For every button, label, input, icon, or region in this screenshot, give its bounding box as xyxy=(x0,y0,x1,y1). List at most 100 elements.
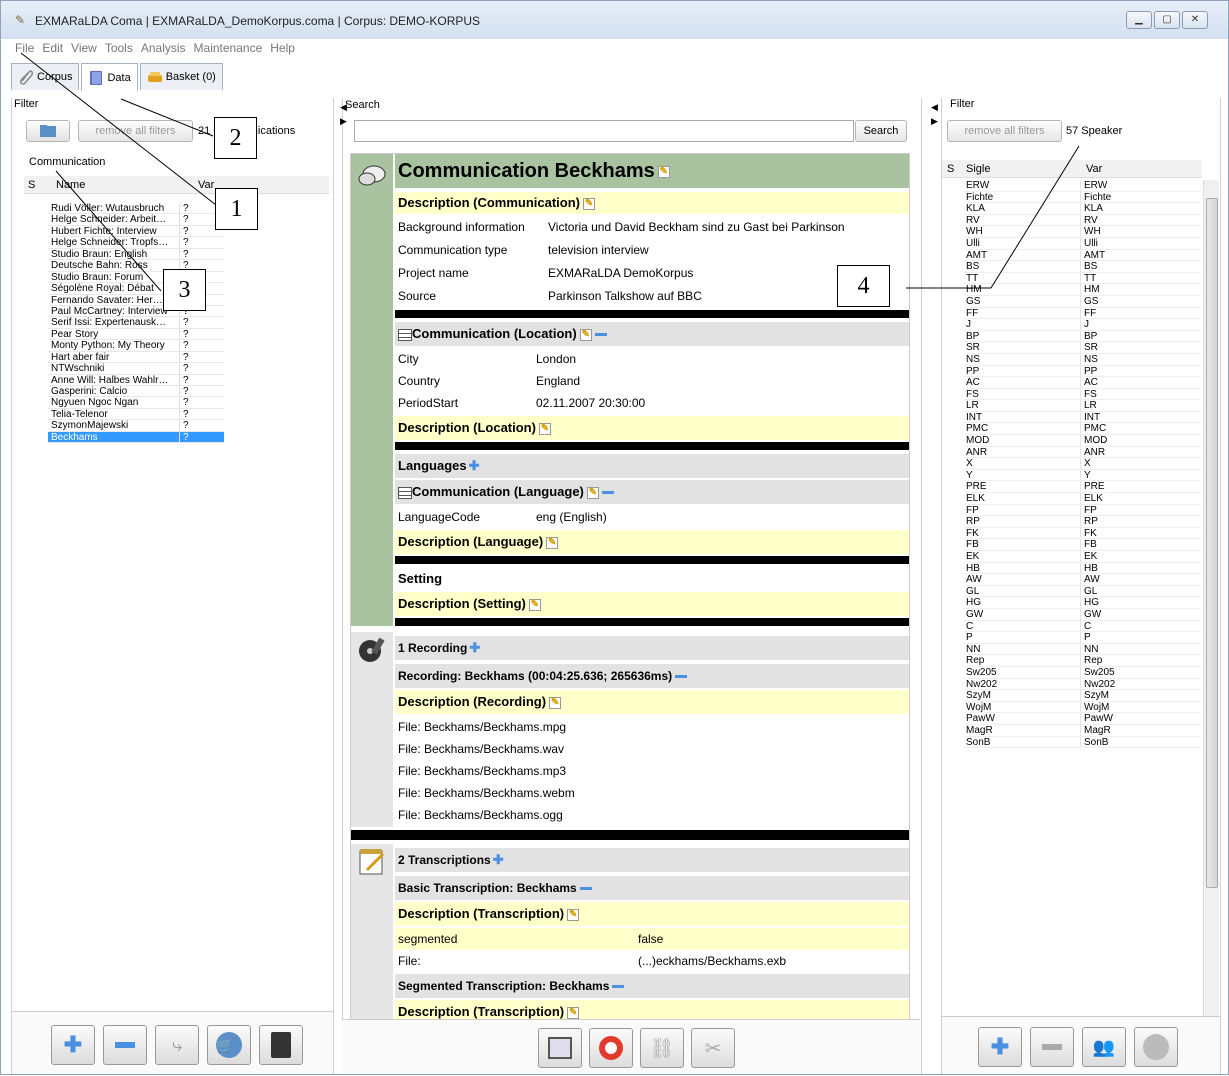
add-communication-button[interactable]: ✚ xyxy=(51,1025,95,1065)
recording-file[interactable]: File: Beckhams/Beckhams.webm xyxy=(395,782,909,804)
speaker-row[interactable]: Rep Rep xyxy=(964,655,1201,667)
speaker-row[interactable]: XX xyxy=(964,458,1201,470)
list-item[interactable]: Studio Braun: English? xyxy=(48,248,224,261)
speaker-row[interactable]: MagR MagR xyxy=(964,724,1201,737)
speaker-row[interactable]: PP xyxy=(964,632,1201,644)
speaker-row[interactable]: GL GL xyxy=(964,585,1201,598)
add-recording-icon[interactable]: ✚ xyxy=(469,640,480,655)
list-item[interactable]: Rudi Völler: Wutausbruch? xyxy=(48,203,224,215)
collapse-right-arrow-icon[interactable]: ◀ xyxy=(931,102,939,112)
list-item[interactable]: Hubert Fichte: Interview? xyxy=(48,225,224,238)
speaker-row[interactable]: Nw202 Nw202 xyxy=(964,678,1201,691)
left-remove-filters-button[interactable]: remove all filters xyxy=(78,120,193,142)
speaker-row[interactable]: PRE PRE xyxy=(964,481,1201,494)
edit-desc-setting-icon[interactable]: ✎ xyxy=(528,598,541,611)
speaker-row[interactable]: YY xyxy=(964,469,1201,482)
speaker-row[interactable]: BS BS xyxy=(964,261,1201,273)
speaker-row[interactable]: FK FK xyxy=(964,527,1201,540)
close-button[interactable]: ✕ xyxy=(1182,11,1208,29)
link-button[interactable]: ⛓ xyxy=(640,1028,684,1068)
menu-item-edit[interactable]: Edit xyxy=(42,41,63,59)
basket-add-button[interactable]: 🛒 xyxy=(207,1025,251,1065)
recording-file[interactable]: File: Beckhams/Beckhams.mpg xyxy=(395,716,909,738)
speaker-row[interactable]: WojM WojM xyxy=(964,701,1201,714)
speaker-row[interactable]: RP RP xyxy=(964,516,1201,528)
speaker-row[interactable]: ANR ANR xyxy=(964,446,1201,459)
edit-location-icon[interactable]: ✎ xyxy=(579,328,592,341)
list-item[interactable]: Beckhams? xyxy=(48,431,224,444)
speaker-row[interactable]: Ulli Ulli xyxy=(964,237,1201,250)
tab-corpus[interactable]: Corpus xyxy=(11,63,80,90)
speaker-row[interactable]: NS NS xyxy=(964,353,1201,366)
speaker-row[interactable]: AC AC xyxy=(964,377,1201,389)
speaker-row[interactable]: NN NN xyxy=(964,643,1201,656)
tab-data[interactable]: Data xyxy=(81,63,138,91)
minus-icon[interactable] xyxy=(675,675,688,679)
minus-icon[interactable] xyxy=(579,887,592,891)
speaker-row[interactable]: EK EK xyxy=(964,551,1201,563)
edit-language-icon[interactable]: ✎ xyxy=(586,486,599,499)
preview-button[interactable] xyxy=(538,1028,582,1068)
unlink-button[interactable]: ✂ xyxy=(691,1028,735,1068)
add-speaker-button[interactable]: ✚ xyxy=(978,1027,1022,1067)
speaker-row[interactable]: ELK ELK xyxy=(964,493,1201,505)
remove-speaker-button[interactable] xyxy=(1030,1027,1074,1067)
speaker-row[interactable]: BP BP xyxy=(964,330,1201,343)
remove-communication-button[interactable] xyxy=(103,1025,147,1065)
col-name[interactable]: Name xyxy=(54,179,194,191)
list-item[interactable]: Serif Issi: Expertenausk…? xyxy=(48,317,224,329)
edit-desc-transcription-icon[interactable]: ✎ xyxy=(567,908,580,921)
speaker-row[interactable]: LR LR xyxy=(964,400,1201,412)
speaker-row[interactable]: SR SR xyxy=(964,342,1201,354)
speaker-row[interactable]: Sw205 Sw205 xyxy=(964,666,1201,679)
menu-item-file[interactable]: File xyxy=(15,41,34,59)
search-input[interactable] xyxy=(354,120,854,142)
speaker-row[interactable]: SzyM SzyM xyxy=(964,690,1201,702)
speaker-basket-button[interactable] xyxy=(1134,1027,1178,1067)
list-item[interactable]: SzymonMajewski? xyxy=(48,420,224,432)
speaker-row[interactable]: WH WH xyxy=(964,226,1201,238)
menu-item-analysis[interactable]: Analysis xyxy=(141,41,186,59)
speaker-row[interactable]: GW GW xyxy=(964,608,1201,621)
edit-desc-location-icon[interactable]: ✎ xyxy=(538,422,551,435)
speaker-row[interactable]: CC xyxy=(964,620,1201,633)
col-s[interactable]: S xyxy=(942,163,960,175)
speaker-row[interactable]: INT INT xyxy=(964,411,1201,424)
speaker-row[interactable]: FP FP xyxy=(964,504,1201,517)
speaker-row[interactable]: HG HG xyxy=(964,597,1201,609)
speaker-row[interactable]: PP PP xyxy=(964,365,1201,378)
list-item[interactable]: Telia-Telenor? xyxy=(48,408,224,421)
speaker-scroll-thumb[interactable] xyxy=(1206,198,1218,888)
minus-icon[interactable] xyxy=(594,333,607,337)
edit-desc-recording-icon[interactable]: ✎ xyxy=(549,696,562,709)
help-button[interactable] xyxy=(589,1028,633,1068)
list-item[interactable]: Helge Schneider: Arbeit…? xyxy=(48,214,224,226)
list-item[interactable]: Ngyuen Ngoc Ngan? xyxy=(48,397,224,409)
minus-icon[interactable] xyxy=(601,491,614,495)
speaker-row[interactable]: AW AW xyxy=(964,574,1201,586)
col-sigle[interactable]: Sigle xyxy=(960,163,1082,175)
speaker-row[interactable]: PawW PawW xyxy=(964,713,1201,725)
folder-filter-button[interactable] xyxy=(26,120,70,142)
list-item[interactable]: Monty Python: My Theory? xyxy=(48,340,224,352)
list-item[interactable]: NTWschniki? xyxy=(48,363,224,375)
expand-right-arrow-icon[interactable]: ▶ xyxy=(931,116,939,126)
edit-desc-transcription2-icon[interactable]: ✎ xyxy=(567,1006,580,1019)
speaker-row[interactable]: FS FS xyxy=(964,388,1201,401)
list-item[interactable]: Helge Schneider: Tropfs…? xyxy=(48,237,224,249)
col-var[interactable]: Var xyxy=(1082,163,1102,175)
menu-item-view[interactable]: View xyxy=(71,41,97,59)
recording-file[interactable]: File: Beckhams/Beckhams.ogg xyxy=(395,804,909,826)
list-item[interactable]: Gasperini: Calcio? xyxy=(48,386,224,398)
speaker-row[interactable]: KLA KLA xyxy=(964,203,1201,215)
edit-desc-language-icon[interactable]: ✎ xyxy=(546,536,559,549)
speaker-row[interactable]: FB FB xyxy=(964,539,1201,551)
col-s[interactable]: S xyxy=(24,179,54,191)
speaker-scrollbar[interactable] xyxy=(1203,180,1219,1018)
speaker-row[interactable]: HB HB xyxy=(964,562,1201,575)
speaker-row[interactable]: RV RV xyxy=(964,214,1201,227)
edit-title-icon[interactable]: ✎ xyxy=(657,165,670,178)
search-button[interactable]: Search xyxy=(855,120,907,142)
minimize-button[interactable]: ▁ xyxy=(1126,11,1152,29)
speaker-row[interactable]: JJ xyxy=(964,319,1201,331)
